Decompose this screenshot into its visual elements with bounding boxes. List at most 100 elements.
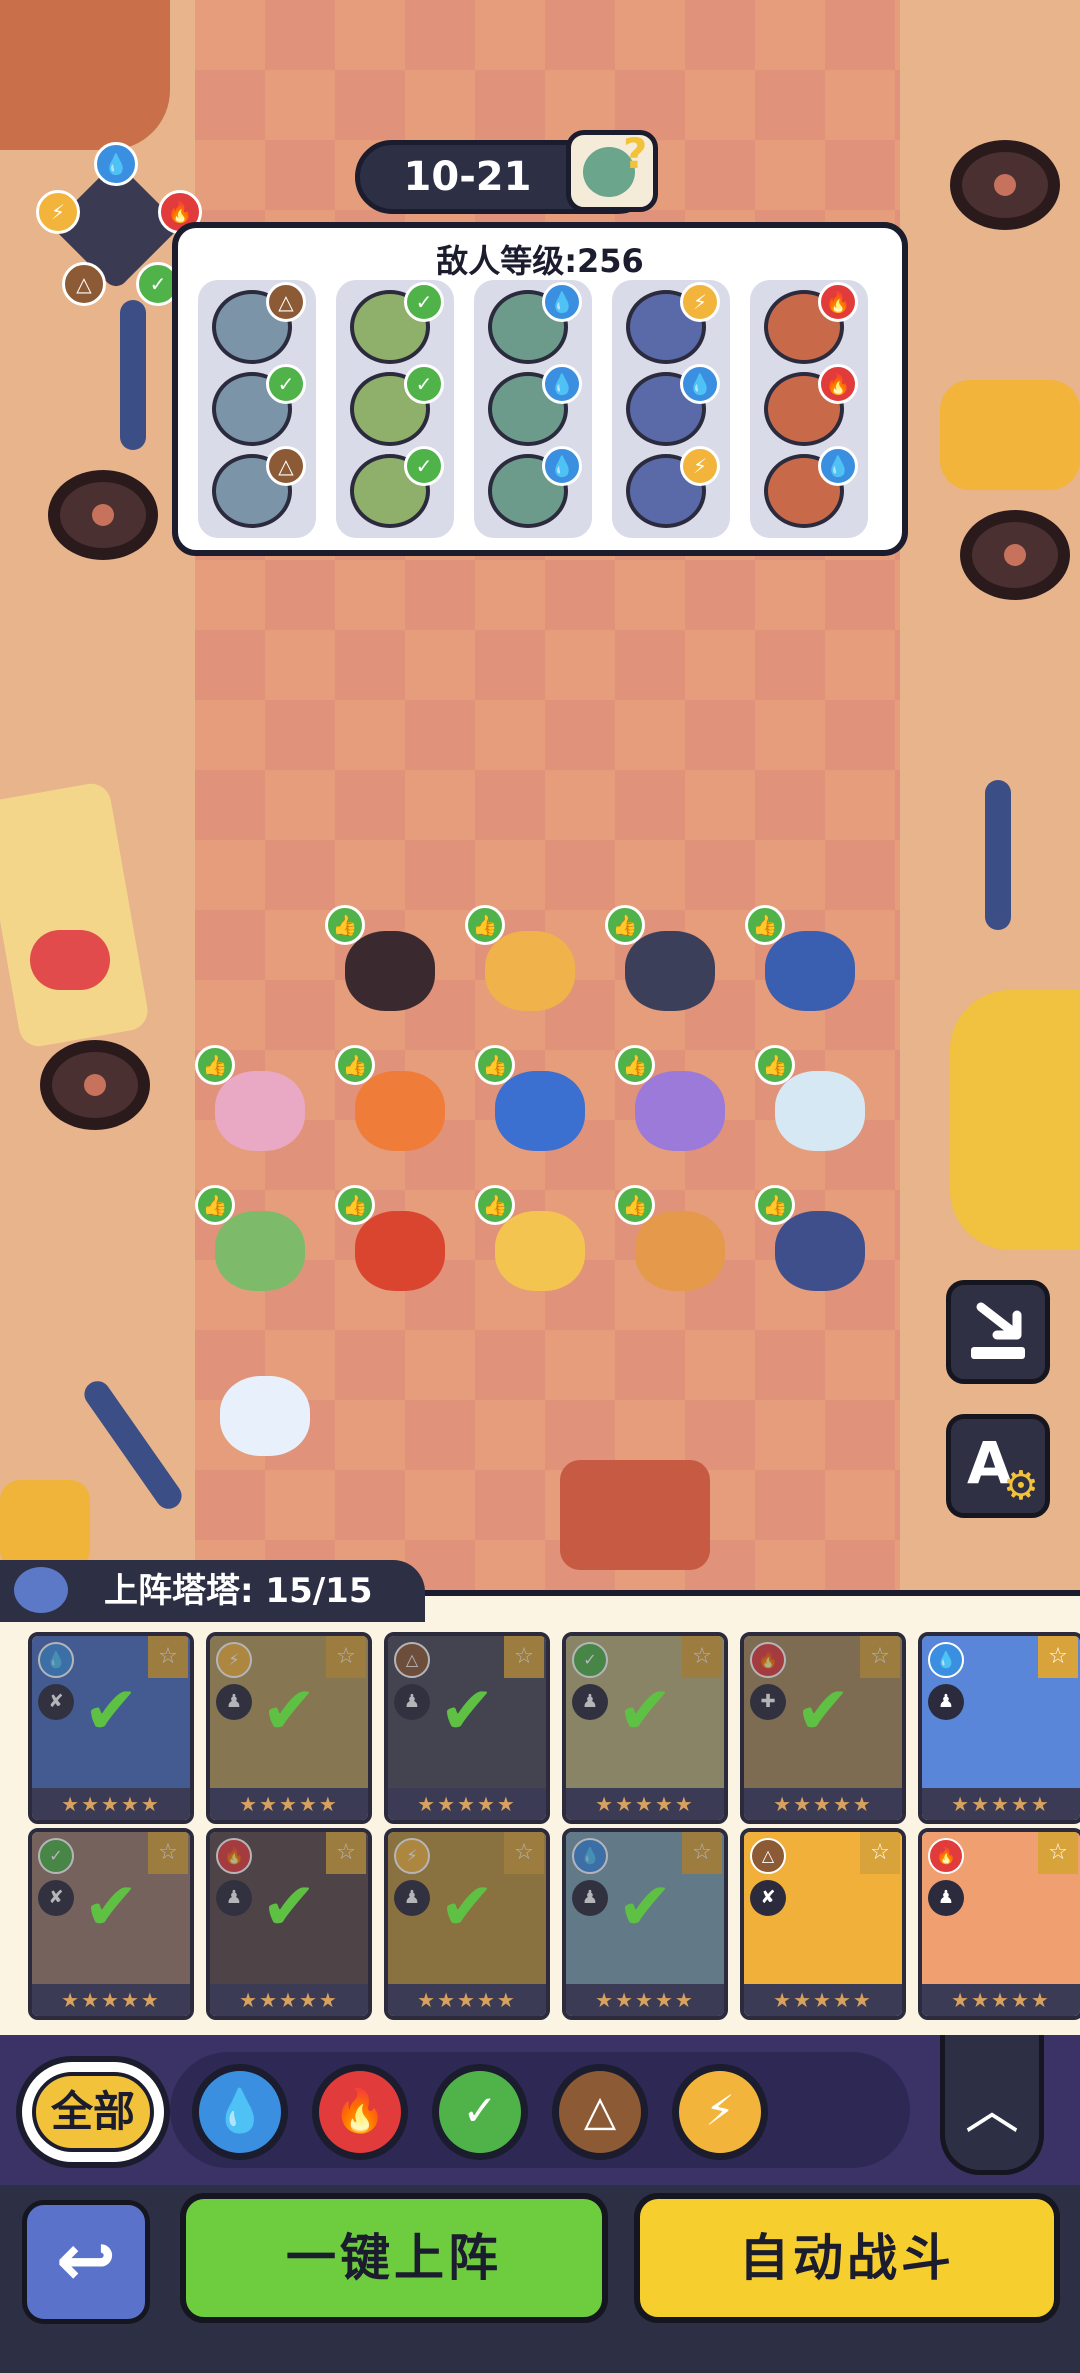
green-frog-sprite xyxy=(215,1211,305,1291)
water-icon: 💧 xyxy=(94,142,138,186)
favorite-star-icon[interactable]: ☆ xyxy=(1038,1636,1078,1678)
deployed-check-icon: ✔ xyxy=(439,1672,495,1749)
thumbs-up-icon: 👍 xyxy=(615,1185,655,1225)
tower-card[interactable]: △ ♟ ☆ ✔ ★★★★★ xyxy=(384,1632,550,1824)
auto-settings-button[interactable]: A ⚙ xyxy=(946,1414,1050,1518)
unit-flame-rabbit[interactable]: 👍 xyxy=(335,1045,455,1155)
tire-decoration xyxy=(950,140,1060,230)
thumbs-up-icon: 👍 xyxy=(615,1045,655,1085)
deployed-check-icon: ✔ xyxy=(261,1868,317,1945)
water-icon: 💧 xyxy=(928,1642,964,1678)
thumbs-up-icon: 👍 xyxy=(475,1045,515,1085)
filter-earth-button[interactable]: △ xyxy=(552,2064,648,2160)
back-button[interactable]: ↩ xyxy=(22,2200,150,2324)
unit-red-lizard[interactable]: 👍 xyxy=(335,1185,455,1295)
thumbs-up-icon: 👍 xyxy=(195,1185,235,1225)
banana-decoration xyxy=(950,990,1080,1250)
tower-card[interactable]: 💧 ♟ ☆ ★★★★★ xyxy=(918,1632,1080,1824)
sign-heart-decoration xyxy=(30,930,110,990)
filter-fire-button[interactable]: 🔥 xyxy=(312,2064,408,2160)
role-icon: ♟ xyxy=(928,1880,964,1916)
unit-green-frog[interactable]: 👍 xyxy=(195,1185,315,1295)
filter-all-button[interactable]: 全部 xyxy=(16,2056,170,2168)
horned-bull-sprite xyxy=(635,1211,725,1291)
tower-card[interactable]: ⚡ ♟ ☆ ✔ ★★★★★ xyxy=(206,1632,372,1824)
tower-card[interactable]: ⚡ ♟ ☆ ✔ ★★★★★ xyxy=(384,1828,550,2020)
question-icon: ? xyxy=(623,129,648,178)
role-icon: ♟ xyxy=(928,1684,964,1720)
card-stars: ★★★★★ xyxy=(922,1984,1080,2016)
tower-card[interactable]: 🔥 ✚ ☆ ✔ ★★★★★ xyxy=(740,1632,906,1824)
deployed-check-icon: ✔ xyxy=(83,1868,139,1945)
filter-all-label: 全部 xyxy=(32,2072,154,2152)
filter-water-button[interactable]: 💧 xyxy=(192,2064,288,2160)
unit-black-fire-wolf[interactable]: 👍 xyxy=(325,905,445,1015)
thumbs-up-icon: 👍 xyxy=(745,905,785,945)
water-icon: 💧 xyxy=(542,446,582,486)
tower-card[interactable]: 💧 ✘ ☆ ✔ ★★★★★ xyxy=(28,1632,194,1824)
filter-thunder-button[interactable]: ⚡ xyxy=(672,2064,768,2160)
boss-preview-button[interactable]: ? xyxy=(566,129,658,212)
leaf-icon: ✓ xyxy=(404,282,444,322)
unit-yellow-chick[interactable]: 👍 xyxy=(475,1185,595,1295)
card-stars: ★★★★★ xyxy=(744,1984,902,2016)
thumbs-up-icon: 👍 xyxy=(755,1185,795,1225)
favorite-star-icon[interactable]: ☆ xyxy=(860,1832,900,1874)
unit-pink-mantis[interactable]: 👍 xyxy=(195,1045,315,1155)
leaf-icon: ✓ xyxy=(266,364,306,404)
unit-thunder-whale[interactable]: 👍 xyxy=(755,1185,875,1295)
one-click-deploy-button[interactable]: 一键上阵 xyxy=(180,2193,608,2323)
deployed-check-icon: ✔ xyxy=(617,1868,673,1945)
card-stars: ★★★★★ xyxy=(388,1984,546,2016)
collapse-button[interactable]: ︿ xyxy=(940,2035,1044,2175)
tire-decoration xyxy=(40,1040,150,1130)
unit-blue-penguin[interactable]: 👍 xyxy=(475,1045,595,1155)
red-lizard-sprite xyxy=(355,1211,445,1291)
favorite-star-icon[interactable]: ☆ xyxy=(1038,1832,1078,1874)
card-collection: 💧 ✘ ☆ ✔ ★★★★★ ⚡ ♟ ☆ ✔ ★★★★★ △ ♟ ☆ ✔ ★★★★★ ✓ ♟ ☆ ✔ ★★★★★ 🔥 ✚ ☆ ✔… xyxy=(0,1590,1080,2035)
tower-card[interactable]: ✓ ♟ ☆ ✔ ★★★★★ xyxy=(562,1632,728,1824)
card-stars: ★★★★★ xyxy=(210,1788,368,1820)
water-icon: 💧 xyxy=(818,446,858,486)
thunder-whale-sprite xyxy=(775,1211,865,1291)
tower-card[interactable]: 💧 ♟ ☆ ✔ ★★★★★ xyxy=(562,1828,728,2020)
enemy-column: 💧 💧 💧 xyxy=(474,280,592,538)
bench-unit-blue-ghost[interactable] xyxy=(200,1350,320,1460)
enemy-panel: 敌人等级:256 △ ✓ △ ✓ ✓ ✓ 💧 💧 💧 ⚡ 💧 ⚡ 🔥 🔥 💧 xyxy=(172,222,908,556)
yellow-chick-sprite xyxy=(495,1211,585,1291)
thumbs-up-icon: 👍 xyxy=(335,1045,375,1085)
tower-card[interactable]: ✓ ✘ ☆ ✔ ★★★★★ xyxy=(28,1828,194,2020)
coral-decoration xyxy=(985,780,1011,930)
stage-label: 10-21 xyxy=(403,154,532,200)
thumbs-up-icon: 👍 xyxy=(195,1045,235,1085)
fire-icon: 🔥 xyxy=(928,1838,964,1874)
ice-ghost-sprite xyxy=(775,1071,865,1151)
unit-horned-bull[interactable]: 👍 xyxy=(615,1185,735,1295)
blue-ghost-sprite xyxy=(220,1376,310,1456)
fire-icon: 🔥 xyxy=(818,282,858,322)
gear-icon: ⚙ xyxy=(1003,1463,1039,1509)
unit-dark-shark[interactable]: 👍 xyxy=(605,905,725,1015)
tower-card[interactable]: 🔥 ♟ ☆ ✔ ★★★★★ xyxy=(206,1828,372,2020)
download-button[interactable] xyxy=(946,1280,1050,1384)
filter-leaf-button[interactable]: ✓ xyxy=(432,2064,528,2160)
unit-purple-star-dragon[interactable]: 👍 xyxy=(615,1045,735,1155)
deployed-check-icon: ✔ xyxy=(795,1672,851,1749)
thumbs-up-icon: 👍 xyxy=(465,905,505,945)
thunder-icon: ⚡ xyxy=(680,282,720,322)
unit-blue-crab[interactable]: 👍 xyxy=(745,905,865,1015)
thumbs-up-icon: 👍 xyxy=(335,1185,375,1225)
unit-yellow-fox[interactable]: 👍 xyxy=(465,905,585,1015)
role-icon: ✘ xyxy=(750,1880,786,1916)
thumbs-up-icon: 👍 xyxy=(755,1045,795,1085)
tower-card[interactable]: △ ✘ ☆ ★★★★★ xyxy=(740,1828,906,2020)
auto-battle-button[interactable]: 自动战斗 xyxy=(634,2193,1060,2323)
tower-card[interactable]: 🔥 ♟ ☆ ★★★★★ xyxy=(918,1828,1080,2020)
unit-ice-ghost[interactable]: 👍 xyxy=(755,1045,875,1155)
card-stars: ★★★★★ xyxy=(32,1788,190,1820)
thunder-icon: ⚡ xyxy=(680,446,720,486)
rock-decoration xyxy=(0,0,170,150)
thunder-icon: ⚡ xyxy=(36,190,80,234)
barrel-decoration xyxy=(0,1480,90,1570)
enemy-column: ✓ ✓ ✓ xyxy=(336,280,454,538)
